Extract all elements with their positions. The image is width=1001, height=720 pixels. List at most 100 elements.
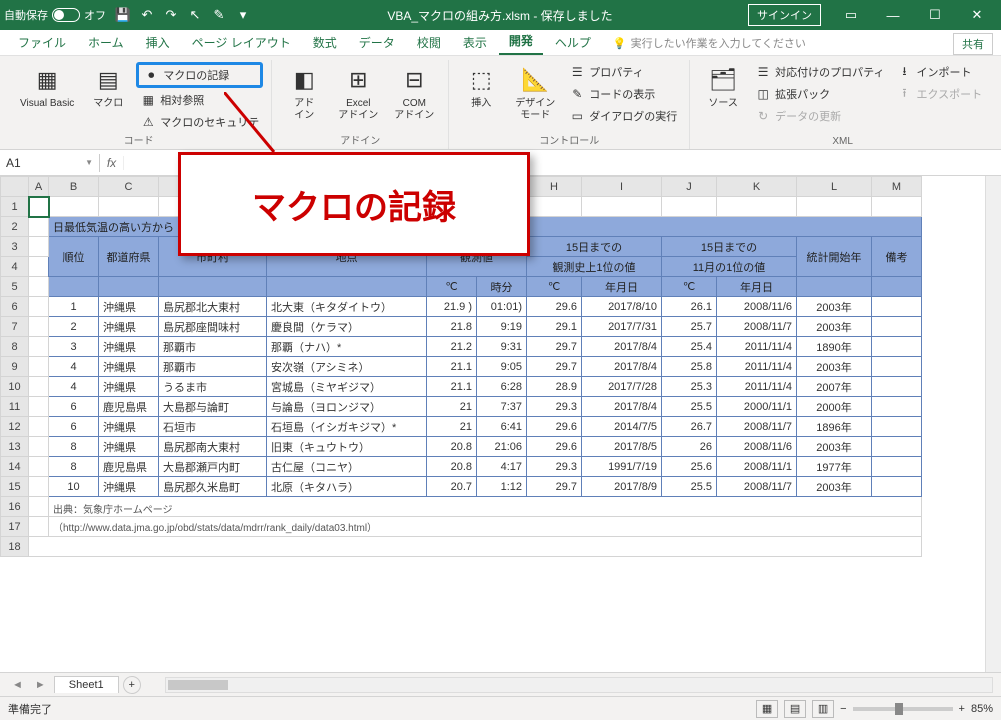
cell[interactable]: 21.1 xyxy=(427,377,477,397)
row-header[interactable]: 6 xyxy=(1,297,29,317)
cell[interactable]: 北大東（キタダイトウ） xyxy=(267,297,427,317)
cell[interactable]: 21.8 xyxy=(427,317,477,337)
cell[interactable] xyxy=(872,297,922,317)
cell[interactable]: 21.1 xyxy=(427,357,477,377)
cell[interactable]: 1991/7/19 xyxy=(582,457,662,477)
cell[interactable]: 21 xyxy=(427,417,477,437)
cell[interactable]: 石垣島（イシガキジマ）* xyxy=(267,417,427,437)
macros-button[interactable]: ▤ マクロ xyxy=(84,60,132,114)
col-header[interactable]: A xyxy=(29,177,49,197)
cell[interactable]: 沖縄県 xyxy=(99,437,159,457)
tab-formulas[interactable]: 数式 xyxy=(303,30,347,55)
cell[interactable]: 那覇市 xyxy=(159,357,267,377)
tab-review[interactable]: 校閲 xyxy=(407,30,451,55)
excel-addins-button[interactable]: ⊞Excel アドイン xyxy=(332,60,384,126)
cell[interactable]: 10 xyxy=(49,477,99,497)
row-header[interactable]: 13 xyxy=(1,437,29,457)
cell[interactable]: 2003年 xyxy=(797,317,872,337)
cell[interactable]: 26.1 xyxy=(662,297,717,317)
row-header[interactable]: 2 xyxy=(1,217,29,237)
com-addins-button[interactable]: ⊟COM アドイン xyxy=(388,60,440,126)
cell[interactable]: 26.7 xyxy=(662,417,717,437)
signin-button[interactable]: サインイン xyxy=(748,4,821,26)
cell[interactable]: 2008/11/6 xyxy=(717,437,797,457)
cell[interactable]: 25.7 xyxy=(662,317,717,337)
cell[interactable]: 沖縄県 xyxy=(99,317,159,337)
horizontal-scrollbar[interactable] xyxy=(165,677,993,693)
row-header[interactable]: 7 xyxy=(1,317,29,337)
cell[interactable]: 26 xyxy=(662,437,717,457)
cell[interactable] xyxy=(872,437,922,457)
cell[interactable] xyxy=(872,377,922,397)
cell[interactable]: 2003年 xyxy=(797,357,872,377)
col-header[interactable]: K xyxy=(717,177,797,197)
autosave-toggle[interactable]: 自動保存 オフ xyxy=(4,7,106,23)
cell[interactable]: 21 xyxy=(427,397,477,417)
cell[interactable]: 29.6 xyxy=(527,297,582,317)
cell[interactable]: 29.3 xyxy=(527,457,582,477)
map-properties-button[interactable]: ☰対応付けのプロパティ xyxy=(751,62,888,82)
cell[interactable]: 与論島（ヨロンジマ） xyxy=(267,397,427,417)
tab-layout[interactable]: ページ レイアウト xyxy=(182,30,301,55)
maximize-icon[interactable]: ☐ xyxy=(915,0,955,30)
design-mode-button[interactable]: 📐デザイン モード xyxy=(509,60,561,126)
cell[interactable]: 29.3 xyxy=(527,397,582,417)
cell[interactable]: 25.5 xyxy=(662,477,717,497)
redo-icon[interactable]: ↷ xyxy=(162,6,180,24)
cell[interactable] xyxy=(872,397,922,417)
cell[interactable]: 沖縄県 xyxy=(99,337,159,357)
cell[interactable]: 4 xyxy=(49,357,99,377)
cell[interactable]: 大島郡瀬戸内町 xyxy=(159,457,267,477)
import-button[interactable]: ⭳インポート xyxy=(892,62,986,82)
tell-me-search[interactable]: 💡実行したい作業を入力してください xyxy=(603,31,951,55)
tab-data[interactable]: データ xyxy=(349,30,405,55)
cell[interactable]: 鹿児島県 xyxy=(99,457,159,477)
cell[interactable]: 慶良間（ケラマ） xyxy=(267,317,427,337)
cell[interactable] xyxy=(872,477,922,497)
minimize-icon[interactable]: — xyxy=(873,0,913,30)
cell[interactable]: 2000/11/1 xyxy=(717,397,797,417)
cell[interactable]: 2008/11/7 xyxy=(717,477,797,497)
col-header[interactable]: C xyxy=(99,177,159,197)
cell[interactable]: 1 xyxy=(49,297,99,317)
cell[interactable]: 島尻郡座間味村 xyxy=(159,317,267,337)
cell[interactable]: 8 xyxy=(49,457,99,477)
cell[interactable]: 2003年 xyxy=(797,297,872,317)
row-header[interactable]: 10 xyxy=(1,377,29,397)
cell[interactable]: 宮城島（ミヤギジマ） xyxy=(267,377,427,397)
view-pagebreak-icon[interactable]: ▥ xyxy=(812,700,834,718)
col-header[interactable]: I xyxy=(582,177,662,197)
cell[interactable]: 25.6 xyxy=(662,457,717,477)
cell[interactable] xyxy=(872,357,922,377)
cell[interactable]: 那覇市 xyxy=(159,337,267,357)
cell[interactable]: 2017/7/31 xyxy=(582,317,662,337)
name-box[interactable]: A1▼ xyxy=(0,154,100,172)
cell[interactable] xyxy=(872,417,922,437)
cell[interactable]: 20.8 xyxy=(427,457,477,477)
row-header[interactable]: 11 xyxy=(1,397,29,417)
cell[interactable]: 2011/11/4 xyxy=(717,377,797,397)
cell[interactable]: 1977年 xyxy=(797,457,872,477)
cell[interactable]: 20.8 xyxy=(427,437,477,457)
sheet-nav-prev-icon[interactable]: ◄ xyxy=(8,679,27,691)
record-macro-button[interactable]: ⏺マクロの記録 xyxy=(136,62,263,88)
view-normal-icon[interactable]: ▦ xyxy=(756,700,778,718)
cell[interactable] xyxy=(872,317,922,337)
cell[interactable]: 石垣市 xyxy=(159,417,267,437)
cell[interactable]: 9:19 xyxy=(477,317,527,337)
view-pagelayout-icon[interactable]: ▤ xyxy=(784,700,806,718)
tab-view[interactable]: 表示 xyxy=(453,30,497,55)
cell[interactable]: 2008/11/7 xyxy=(717,317,797,337)
cell[interactable]: 旧東（キュウトウ） xyxy=(267,437,427,457)
cell[interactable]: 8 xyxy=(49,437,99,457)
cell[interactable]: 古仁屋（コニヤ） xyxy=(267,457,427,477)
source-url[interactable]: （http://www.data.jma.go.jp/obd/stats/dat… xyxy=(49,517,922,537)
cell[interactable]: 沖縄県 xyxy=(99,297,159,317)
cell[interactable]: 沖縄県 xyxy=(99,477,159,497)
cell[interactable]: 沖縄県 xyxy=(99,357,159,377)
cell[interactable]: 2000年 xyxy=(797,397,872,417)
cell[interactable]: 9:31 xyxy=(477,337,527,357)
cursor-icon[interactable]: ↖ xyxy=(186,6,204,24)
cell[interactable]: 20.7 xyxy=(427,477,477,497)
row-header[interactable]: 9 xyxy=(1,357,29,377)
